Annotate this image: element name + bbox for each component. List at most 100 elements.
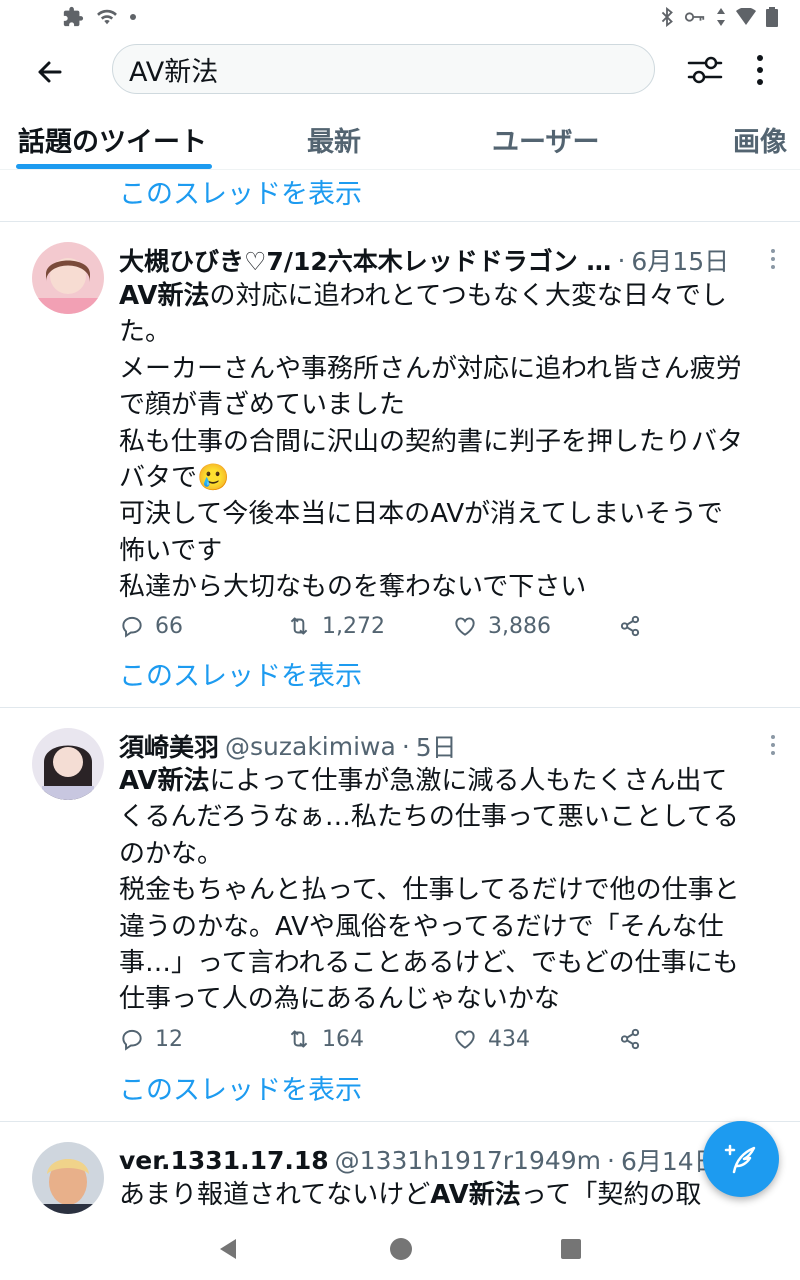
keyword-highlight: AV新法	[119, 766, 210, 796]
notification-dot-icon	[130, 14, 136, 20]
search-query: AV新法	[129, 56, 219, 88]
tweet-menu-icon[interactable]	[766, 734, 780, 756]
like-icon	[455, 1030, 475, 1049]
tab-latest[interactable]: 最新	[307, 120, 361, 159]
tweet[interactable]: ver.1331.17.18 @1331h1917r1949m · 6月14日 …	[0, 1122, 800, 1220]
reply-count: 66	[155, 613, 183, 639]
tweet-menu-icon[interactable]	[766, 248, 780, 270]
status-right	[660, 7, 778, 27]
tweet-text: AV新法の対応に追われとてつもなく大変な日々でし た。 メーカーさんや事務所さん…	[119, 278, 779, 606]
key-icon	[684, 12, 705, 22]
like-count: 434	[488, 1026, 530, 1052]
tweet-actions: 66 1,272 3,886	[119, 613, 679, 645]
share-icon	[620, 615, 640, 637]
status-left	[63, 6, 136, 28]
user-handle[interactable]: @1331h1917r1949m	[335, 1146, 601, 1175]
tweet[interactable]: 須崎美羽 @suzakimiwa · 5日 AV新法によって仕事が急激に減る人も…	[0, 708, 800, 1121]
system-nav-bar	[0, 1220, 800, 1280]
like-icon	[455, 617, 475, 636]
share-button[interactable]	[617, 1026, 643, 1052]
tweet-header: 大槻ひびき♡7/12六本木レッドドラゴン … · 6月15日	[119, 242, 740, 278]
share-button[interactable]	[617, 613, 643, 639]
text-line: 怖いです	[119, 535, 223, 566]
retweet-button[interactable]: 164	[286, 1026, 364, 1052]
compose-icon	[724, 1144, 756, 1174]
search-header: AV新法	[0, 34, 800, 106]
text-line: 違うのかな。AVや風俗をやってるだけで「そんな仕	[119, 911, 724, 942]
tab-top[interactable]: 話題のツイート	[18, 120, 207, 159]
filter-icon[interactable]	[685, 52, 725, 88]
display-name[interactable]: 大槻ひびき♡7/12六本木レッドドラゴン …	[119, 242, 611, 278]
avatar-image	[32, 1142, 104, 1214]
reply-button[interactable]: 12	[119, 1026, 183, 1052]
text-line: た。	[119, 317, 172, 348]
like-button[interactable]: 3,886	[452, 613, 551, 639]
text-line: くるんだろうなぁ…私たちの仕事って悪いことしてる	[119, 802, 739, 833]
text-line: 仕事って人の為にあるんじゃないかな	[119, 984, 560, 1015]
text-line: 税金もちゃんと払って、仕事してるだけで他の仕事と	[119, 875, 740, 906]
text-line: バタで🥲	[119, 463, 230, 494]
nav-recents-icon[interactable]	[561, 1239, 581, 1259]
data-arrows-icon	[717, 8, 725, 26]
wifi-icon	[97, 9, 117, 25]
text-line: メーカーさんや事務所さんが対応に追われ皆さん疲労	[119, 353, 742, 384]
display-name[interactable]: ver.1331.17.18	[119, 1146, 329, 1175]
like-button[interactable]: 434	[452, 1026, 530, 1052]
more-vert-icon[interactable]	[746, 52, 774, 88]
text-line: で顔が青ざめていました	[119, 390, 406, 421]
tweet[interactable]: 大槻ひびき♡7/12六本木レッドドラゴン … · 6月15日 AV新法の対応に追…	[0, 222, 800, 707]
like-count: 3,886	[488, 613, 551, 639]
emoji-icon: 🥲	[197, 463, 230, 494]
reply-icon	[122, 616, 142, 638]
share-icon	[620, 1028, 640, 1050]
text-line: AV新法によって仕事が急激に減る人もたくさん出て	[119, 766, 728, 796]
retweet-icon	[290, 617, 308, 635]
tweet-text: AV新法によって仕事が急激に減る人もたくさん出て くるんだろうなぁ…私たちの仕事…	[119, 763, 779, 1018]
text-line: あまり報道されてないけどAV新法って「契約の取	[119, 1180, 702, 1210]
tweet-date[interactable]: 6月15日	[631, 242, 729, 278]
avatar-image	[32, 728, 104, 800]
text-line: 私達から大切なものを奪わないで下さい	[119, 572, 587, 603]
show-thread-link[interactable]: このスレッドを表示	[119, 654, 362, 693]
text-line: 事…」って言われることあるけど、でもどの仕事にも	[119, 948, 739, 979]
timeline: このスレッドを表示 大槻ひびき♡7/12六本木レッドドラゴン … · 6月15日…	[0, 170, 800, 1220]
keyword-highlight: AV新法	[119, 281, 210, 311]
tweet-header: 須崎美羽 @suzakimiwa · 5日	[119, 728, 740, 764]
tab-photos[interactable]: 画像	[733, 120, 787, 159]
status-bar	[0, 0, 800, 34]
avatar[interactable]	[32, 1142, 104, 1214]
tweet-actions: 12 164 434	[119, 1026, 679, 1058]
display-name[interactable]: 須崎美羽	[119, 728, 219, 764]
avatar-image	[32, 242, 104, 314]
retweet-count: 1,272	[322, 613, 385, 639]
reply-button[interactable]: 66	[119, 613, 183, 639]
separator: ·	[607, 1145, 615, 1175]
user-handle[interactable]: @suzakimiwa	[225, 732, 396, 761]
active-tab-indicator	[16, 164, 212, 169]
avatar[interactable]	[32, 728, 104, 800]
reply-icon	[122, 1029, 142, 1051]
tweet-header: ver.1331.17.18 @1331h1917r1949m · 6月14日	[119, 1142, 740, 1178]
separator: ·	[617, 245, 626, 275]
tweet-date[interactable]: 5日	[416, 728, 457, 764]
show-thread-link[interactable]: このスレッドを表示	[119, 1068, 362, 1107]
tab-people[interactable]: ユーザー	[492, 120, 599, 159]
search-input[interactable]: AV新法	[112, 44, 655, 94]
reply-count: 12	[155, 1026, 183, 1052]
compose-button[interactable]	[703, 1121, 779, 1197]
back-arrow-icon[interactable]	[30, 52, 70, 92]
search-tabs: 話題のツイート 最新 ユーザー 画像	[0, 106, 800, 170]
nav-home-icon[interactable]	[390, 1238, 412, 1260]
keyword-highlight: AV新法	[430, 1180, 521, 1210]
text-line: 可決して今後本当に日本のAVが消えてしまいそうで	[119, 499, 723, 530]
avatar[interactable]	[32, 242, 104, 314]
signal-icon	[736, 8, 756, 25]
battery-icon	[766, 7, 778, 27]
nav-back-icon[interactable]	[218, 1238, 238, 1260]
show-thread-link[interactable]: このスレッドを表示	[119, 172, 362, 211]
retweet-count: 164	[322, 1026, 364, 1052]
retweet-button[interactable]: 1,272	[286, 613, 385, 639]
text-line: のかな。	[119, 838, 224, 869]
puzzle-icon	[63, 6, 84, 27]
separator: ·	[401, 731, 410, 761]
